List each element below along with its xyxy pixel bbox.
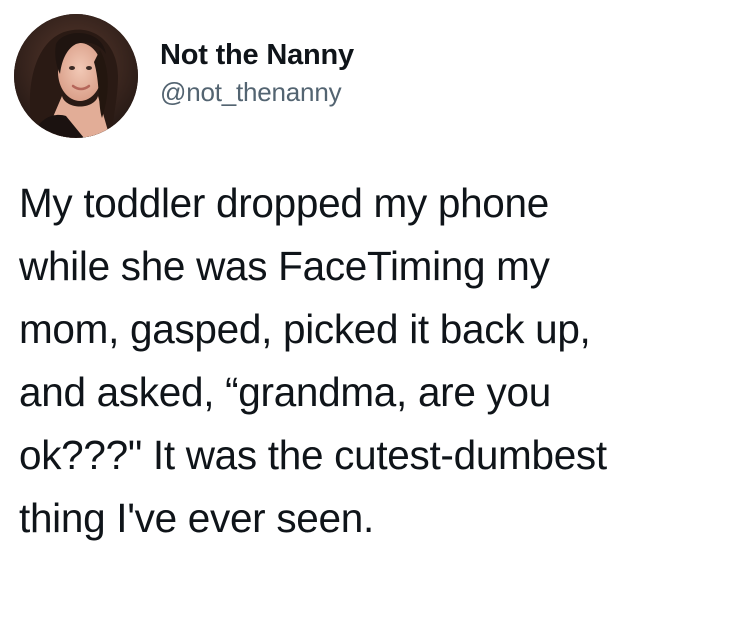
tweet-text-line: My toddler dropped my phone [19,180,549,226]
tweet-header: Not the Nanny @not_thenanny [14,11,354,141]
tweet-text-line: thing I've ever seen. [19,495,374,541]
username-handle[interactable]: @not_thenanny [160,75,354,109]
tweet-text-line: and asked, “grandma, are you [19,369,551,415]
tweet-text-line: ok???" It was the cutest-dumbest [19,432,607,478]
tweet-text-line: while she was FaceTiming my [19,243,550,289]
tweet-text-line: mom, gasped, picked it back up, [19,306,591,352]
display-name[interactable]: Not the Nanny [160,37,354,73]
author-info: Not the Nanny @not_thenanny [160,37,354,109]
tweet-text: My toddler dropped my phone while she wa… [19,172,739,550]
tweet-card: Not the Nanny @not_thenanny My toddler d… [0,0,750,621]
avatar[interactable] [14,14,138,138]
avatar-photo [14,14,138,138]
